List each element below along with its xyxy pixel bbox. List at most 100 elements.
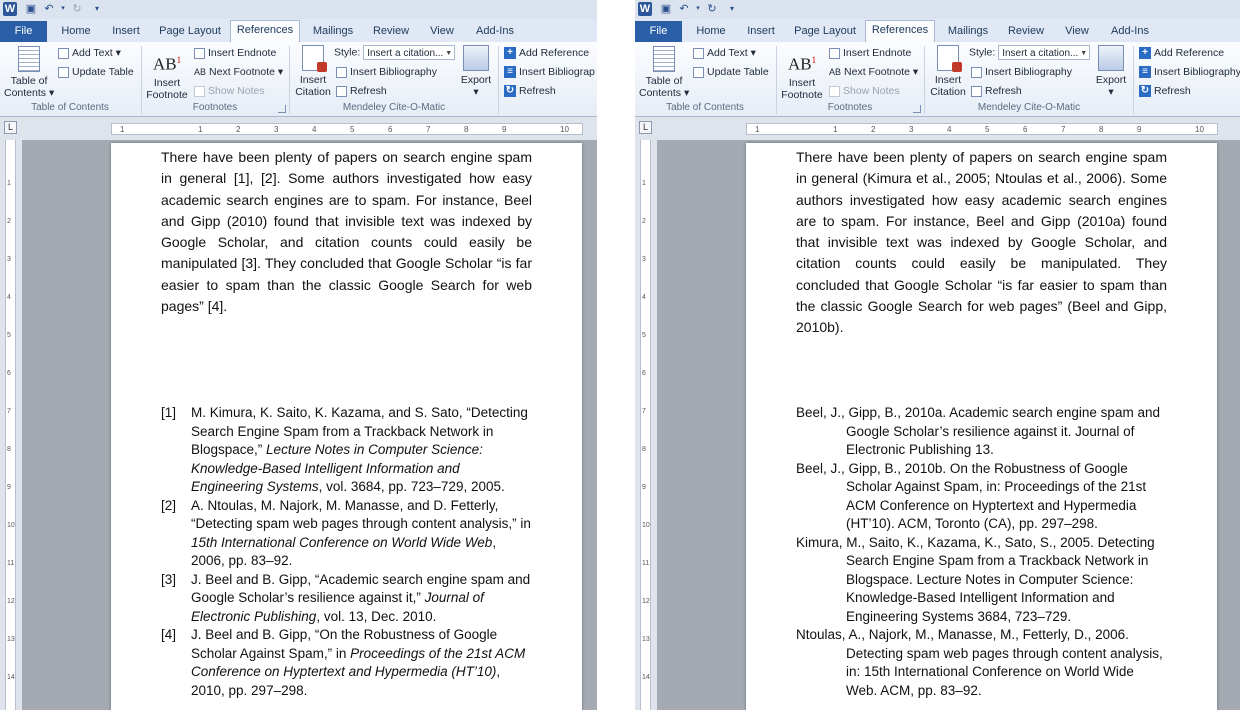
reference-item[interactable]: [1] M. Kimura, K. Saito, K. Kazama, and S…	[161, 404, 533, 497]
insert-citation-button[interactable]: Insert Citation	[927, 45, 969, 98]
table-of-contents-button[interactable]: Table of Contents ▾	[639, 46, 689, 99]
ruler-tick: 5	[350, 125, 355, 134]
tab-add-ins[interactable]: Add-Ins	[1105, 22, 1155, 41]
ruler-tick: 1	[120, 125, 125, 134]
reference-item[interactable]: [3] J. Beel and B. Gipp, “Academic search…	[161, 571, 533, 627]
undo-dropdown-icon[interactable]: ▾	[691, 2, 705, 16]
insert-citation-button[interactable]: Insert Citation	[292, 45, 334, 98]
tab-insert[interactable]: Insert	[740, 22, 782, 41]
repeat-icon[interactable]: ↻	[705, 2, 719, 16]
undo-icon[interactable]: ↶	[42, 2, 56, 16]
footnotes-dialog-launcher-icon[interactable]	[913, 105, 921, 113]
refresh-extra-button[interactable]: ↻ Refresh	[504, 84, 556, 98]
insert-bibliography-extra-button[interactable]: ≡ Insert Bibliography	[1139, 65, 1240, 79]
tab-references[interactable]: References	[230, 20, 300, 42]
refresh-button[interactable]: Refresh	[336, 84, 387, 98]
bibliography-item[interactable]: Beel, J., Gipp, B., 2010b. On the Robust…	[796, 460, 1168, 534]
insert-footnote-line1: Insert	[153, 76, 181, 89]
document-page[interactable]: There have been plenty of papers on sear…	[746, 143, 1217, 710]
tab-mailings[interactable]: Mailings	[941, 22, 995, 41]
add-text-button[interactable]: Add Text ▾	[693, 46, 756, 60]
reference-item[interactable]: [2] A. Ntoulas, M. Najork, M. Manasse, an…	[161, 497, 533, 571]
tab-view[interactable]: View	[1057, 22, 1097, 41]
add-reference-button[interactable]: + Add Reference	[1139, 46, 1224, 60]
next-footnote-label: Next Footnote	[209, 66, 275, 78]
vertical-ruler-bar[interactable]: 1 2 3 4 5 6 7 8 9 10 11 12 13 14	[5, 140, 16, 710]
tab-view[interactable]: View	[422, 22, 462, 41]
export-dropdown-icon: ▾	[473, 86, 479, 98]
tab-file[interactable]: File	[0, 21, 47, 42]
citation-style-select[interactable]: Insert a citation... ▼	[363, 45, 456, 60]
insert-footnote-button[interactable]: AB1 Insert Footnote	[144, 48, 190, 101]
refresh-icon: ↻	[504, 85, 516, 98]
insert-bibliography-button[interactable]: Insert Bibliography	[971, 65, 1072, 79]
update-table-button[interactable]: Update Table	[693, 65, 769, 79]
redo-icon[interactable]: ↻	[70, 2, 84, 16]
footnotes-dialog-launcher-icon[interactable]	[278, 105, 286, 113]
tab-add-ins[interactable]: Add-Ins	[470, 22, 520, 41]
insert-endnote-button[interactable]: Insert Endnote	[194, 46, 276, 60]
insert-bibliography-button[interactable]: Insert Bibliography	[336, 65, 437, 79]
body-paragraph[interactable]: There have been plenty of papers on sear…	[796, 147, 1167, 339]
ruler-tick: 7	[1061, 125, 1066, 134]
vruler-tick: 12	[642, 598, 650, 605]
table-of-contents-button[interactable]: Table of Contents ▾	[4, 46, 54, 99]
insert-footnote-button[interactable]: AB1 Insert Footnote	[779, 48, 825, 101]
ruler-tick: 7	[426, 125, 431, 134]
customize-toolbar-icon[interactable]: ▾	[725, 2, 739, 16]
undo-dropdown-icon[interactable]: ▾	[56, 2, 70, 16]
tab-selector-button[interactable]: L	[639, 121, 652, 134]
chevron-down-icon: ▼	[445, 50, 453, 57]
ruler-bar[interactable]: 1 1 2 3 4 5 6 7 8 9 10	[746, 123, 1218, 135]
refresh-button[interactable]: Refresh	[971, 84, 1022, 98]
insert-footnote-line1: Insert	[788, 76, 816, 89]
bibliography-item[interactable]: Ntoulas, A., Najork, M., Manasse, M., Fe…	[796, 626, 1168, 700]
next-footnote-button[interactable]: AB Next Footnote ▾	[194, 65, 283, 79]
refresh-extra-button[interactable]: ↻ Refresh	[1139, 84, 1191, 98]
customize-toolbar-icon[interactable]: ▾	[90, 2, 104, 16]
export-button[interactable]: Export ▾	[458, 45, 494, 98]
add-text-button[interactable]: Add Text ▾	[58, 46, 121, 60]
tab-references[interactable]: References	[865, 20, 935, 42]
tab-mailings[interactable]: Mailings	[306, 22, 360, 41]
show-notes-button[interactable]: Show Notes	[194, 84, 265, 98]
vruler-tick: 11	[7, 560, 15, 567]
tab-home[interactable]: Home	[55, 22, 97, 41]
export-label: Export	[1095, 74, 1127, 86]
style-label: Style:	[969, 46, 996, 59]
refresh-label: Refresh	[350, 85, 387, 97]
citation-style-value: Insert a citation...	[1002, 48, 1079, 59]
body-paragraph[interactable]: There have been plenty of papers on sear…	[161, 147, 532, 317]
undo-icon[interactable]: ↶	[677, 2, 691, 16]
word-logo-icon: W	[3, 2, 17, 16]
tab-review[interactable]: Review	[367, 22, 415, 41]
tab-file[interactable]: File	[635, 21, 682, 42]
show-notes-label: Show Notes	[208, 85, 265, 97]
vertical-ruler-bar[interactable]: 1 2 3 4 5 6 7 8 9 10 11 12 13 14	[640, 140, 651, 710]
insert-endnote-button[interactable]: Insert Endnote	[829, 46, 911, 60]
export-button[interactable]: Export ▾	[1093, 45, 1129, 98]
tab-review[interactable]: Review	[1002, 22, 1050, 41]
citation-style-select[interactable]: Insert a citation... ▼	[998, 45, 1091, 60]
tab-selector-button[interactable]: L	[4, 121, 17, 134]
ruler-bar[interactable]: 1 1 2 3 4 5 6 7 8 9 10	[111, 123, 583, 135]
tab-insert[interactable]: Insert	[105, 22, 147, 41]
save-icon[interactable]: ▣	[659, 2, 673, 16]
bibliography-item[interactable]: Beel, J., Gipp, B., 2010a. Academic sear…	[796, 404, 1168, 460]
document-page[interactable]: There have been plenty of papers on sear…	[111, 143, 582, 710]
next-footnote-button[interactable]: AB Next Footnote ▾	[829, 65, 918, 79]
tab-home[interactable]: Home	[690, 22, 732, 41]
tab-page-layout[interactable]: Page Layout	[790, 22, 860, 41]
insert-bibliography-extra-button[interactable]: ≡ Insert Bibliograp	[504, 65, 595, 79]
insert-endnote-icon	[194, 47, 205, 59]
group-label-toc: Table of Contents	[666, 102, 744, 113]
reference-item[interactable]: [4] J. Beel and B. Gipp, “On the Robustne…	[161, 626, 533, 700]
bibliography-item[interactable]: Kimura, M., Saito, K., Kazama, K., Sato,…	[796, 534, 1168, 627]
update-table-button[interactable]: Update Table	[58, 65, 134, 79]
add-reference-button[interactable]: + Add Reference	[504, 46, 589, 60]
show-notes-button[interactable]: Show Notes	[829, 84, 900, 98]
insert-citation-line1: Insert	[934, 74, 962, 86]
save-icon[interactable]: ▣	[24, 2, 38, 16]
insert-bibliography-extra-label: Insert Bibliography	[1154, 66, 1240, 78]
tab-page-layout[interactable]: Page Layout	[155, 22, 225, 41]
